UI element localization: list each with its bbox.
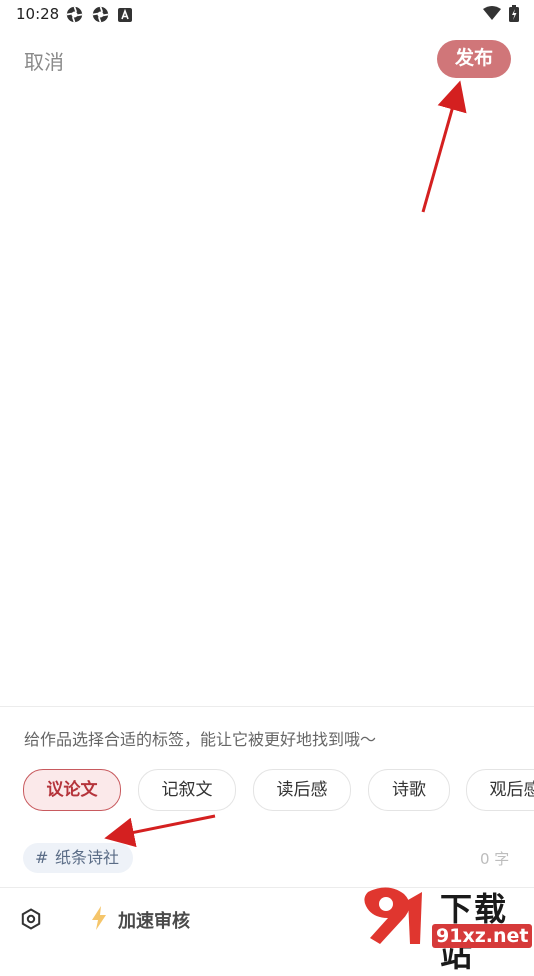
cancel-button[interactable]: 取消 xyxy=(24,46,64,75)
tag-chip-movie-review[interactable]: 观后感 xyxy=(466,769,534,811)
status-time: 10:28 xyxy=(16,5,60,23)
publish-button[interactable]: 发布 xyxy=(437,40,511,78)
arrow-to-topic xyxy=(104,814,216,848)
tag-chip-argumentative[interactable]: 议论文 xyxy=(23,769,121,811)
hash-icon: # xyxy=(35,848,49,867)
aperture-icon xyxy=(66,6,83,27)
battery-icon xyxy=(509,5,519,26)
tag-chip-book-review[interactable]: 读后感 xyxy=(253,769,351,811)
tag-chip-narrative[interactable]: 记叙文 xyxy=(138,769,236,811)
speed-review-button[interactable]: 加速审核 xyxy=(118,907,190,933)
tag-chip-poetry[interactable]: 诗歌 xyxy=(368,769,450,811)
topic-label: 纸条诗社 xyxy=(55,848,120,867)
watermark: 下载站 91xz.net xyxy=(358,884,534,974)
settings-icon[interactable] xyxy=(20,908,42,934)
aperture-icon xyxy=(92,6,109,27)
a-square-icon xyxy=(118,7,132,26)
content-editor[interactable] xyxy=(0,90,534,709)
watermark-url: 91xz.net xyxy=(432,924,533,948)
divider xyxy=(0,706,534,707)
tag-hint-text: 给作品选择合适的标签，能让它被更好地找到哦～ xyxy=(24,730,377,749)
topic-badge[interactable]: # 纸条诗社 xyxy=(23,843,133,873)
wifi-icon xyxy=(483,6,501,25)
lightning-icon xyxy=(90,906,108,934)
word-count: 0 字 xyxy=(480,850,510,868)
tag-list: 议论文 记叙文 读后感 诗歌 观后感 xyxy=(0,769,534,813)
watermark-logo-icon xyxy=(364,887,422,944)
status-bar: 10:28 xyxy=(0,0,534,28)
